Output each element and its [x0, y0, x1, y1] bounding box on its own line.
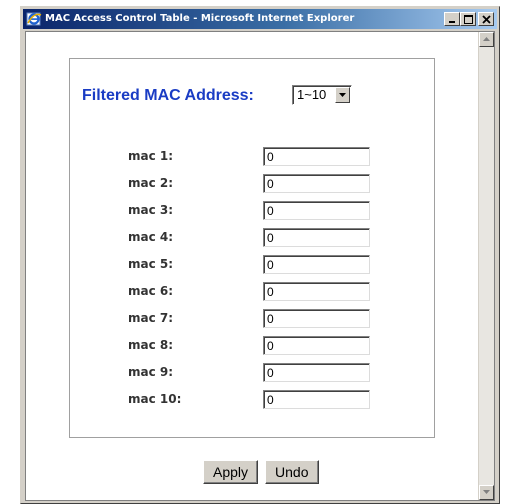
mac-label-8: mac 8: [128, 338, 174, 352]
mac-row-9: mac 9: [70, 363, 434, 383]
window-title: MAC Access Control Table - Microsoft Int… [45, 13, 355, 24]
mac-input-6[interactable] [263, 282, 370, 301]
mac-range-selected-value: 1~10 [297, 87, 327, 102]
mac-row-2: mac 2: [70, 174, 434, 194]
mac-label-10: mac 10: [128, 392, 182, 406]
filtered-mac-address-label: Filtered MAC Address: [82, 87, 254, 104]
mac-label-9: mac 9: [128, 365, 174, 379]
mac-range-select[interactable]: 1~10 [292, 85, 352, 105]
mac-label-5: mac 5: [128, 257, 174, 271]
close-button[interactable] [478, 12, 494, 26]
mac-row-6: mac 6: [70, 282, 434, 302]
mac-input-8[interactable] [263, 336, 370, 355]
mac-input-4[interactable] [263, 228, 370, 247]
mac-input-10[interactable] [263, 390, 370, 409]
chevron-down-icon [483, 490, 490, 494]
maximize-button[interactable] [460, 12, 476, 26]
mac-row-10: mac 10: [70, 390, 434, 410]
mac-input-5[interactable] [263, 255, 370, 274]
filter-row: Filtered MAC Address: 1~10 [82, 85, 352, 107]
caption-buttons [444, 12, 494, 26]
mac-input-9[interactable] [263, 363, 370, 382]
mac-label-1: mac 1: [128, 149, 174, 163]
chevron-up-icon [483, 37, 490, 41]
close-icon [482, 15, 491, 24]
mac-input-1[interactable] [263, 147, 370, 166]
scroll-up-button[interactable] [479, 32, 494, 47]
vertical-scrollbar[interactable] [478, 32, 494, 500]
mac-row-5: mac 5: [70, 255, 434, 275]
maximize-icon [464, 15, 473, 24]
form-buttons: Apply Undo [203, 460, 326, 484]
internet-explorer-icon [26, 11, 42, 27]
mac-filter-panel: Filtered MAC Address: 1~10 mac 1: mac 2: [69, 58, 435, 438]
apply-button[interactable]: Apply [203, 460, 259, 484]
mac-row-8: mac 8: [70, 336, 434, 356]
mac-row-3: mac 3: [70, 201, 434, 221]
minimize-button[interactable] [444, 12, 460, 26]
page-content: Filtered MAC Address: 1~10 mac 1: mac 2: [25, 31, 495, 501]
mac-label-3: mac 3: [128, 203, 174, 217]
minimize-icon [449, 21, 455, 23]
mac-input-7[interactable] [263, 309, 370, 328]
title-bar[interactable]: MAC Access Control Table - Microsoft Int… [23, 9, 497, 29]
mac-row-7: mac 7: [70, 309, 434, 329]
mac-input-2[interactable] [263, 174, 370, 193]
browser-window: MAC Access Control Table - Microsoft Int… [20, 6, 500, 504]
mac-row-4: mac 4: [70, 228, 434, 248]
mac-label-4: mac 4: [128, 230, 174, 244]
mac-row-1: mac 1: [70, 147, 434, 167]
mac-label-2: mac 2: [128, 176, 174, 190]
undo-button[interactable]: Undo [265, 460, 319, 484]
mac-label-7: mac 7: [128, 311, 174, 325]
mac-label-6: mac 6: [128, 284, 174, 298]
mac-input-3[interactable] [263, 201, 370, 220]
scroll-down-button[interactable] [479, 485, 494, 500]
dropdown-arrow-button[interactable] [335, 87, 350, 103]
chevron-down-icon [339, 93, 346, 97]
